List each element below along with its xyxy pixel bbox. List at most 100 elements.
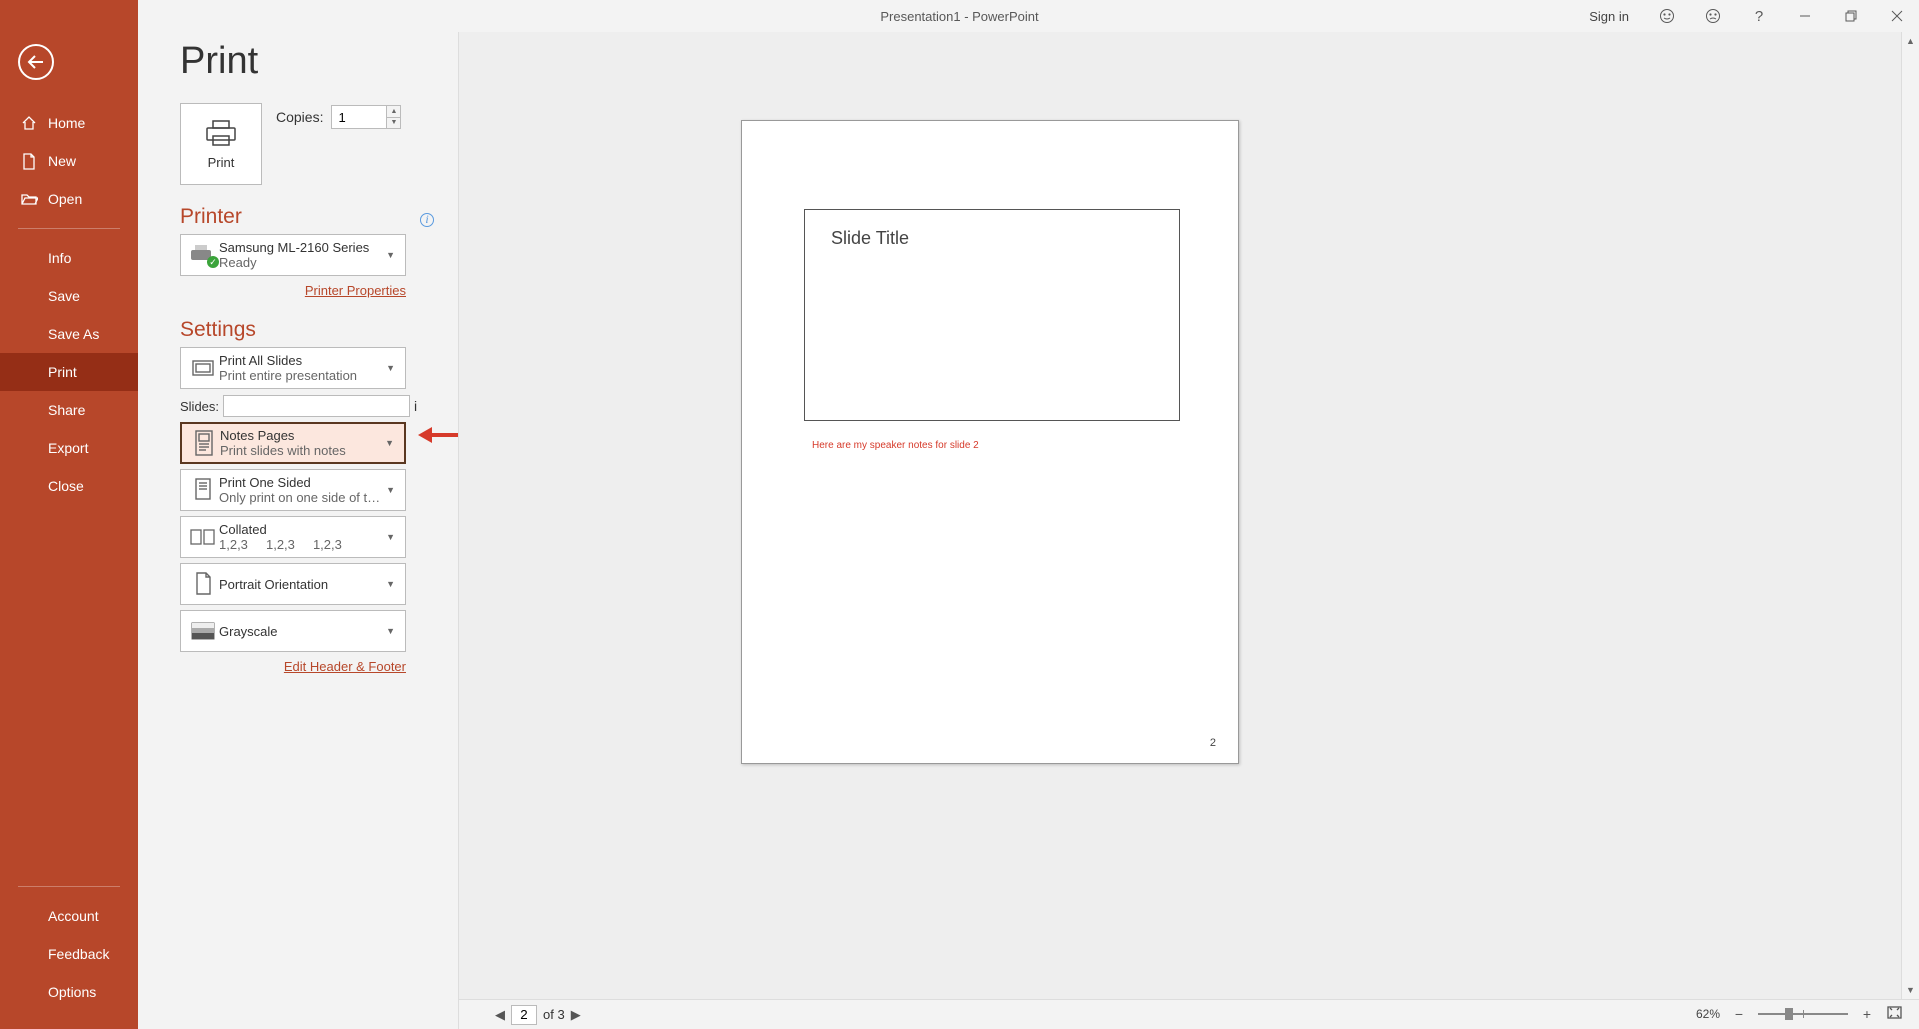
happy-face-icon[interactable] <box>1659 8 1675 24</box>
home-icon <box>20 114 38 132</box>
sidebar-item-export[interactable]: Export <box>0 429 138 467</box>
zoom-in-button[interactable]: + <box>1860 1007 1874 1021</box>
print-panel: Print Print Copies: ▲▼ Printer i ✓ Samsu… <box>138 0 458 1029</box>
preview-slide-thumbnail: Slide Title <box>804 209 1180 421</box>
chevron-down-icon: ▼ <box>382 250 399 260</box>
sidebar-item-label: Print <box>48 364 77 380</box>
minimize-button[interactable] <box>1797 8 1813 24</box>
orientation-title: Portrait Orientation <box>219 577 382 592</box>
page-title: Print <box>180 40 434 83</box>
close-button[interactable] <box>1889 8 1905 24</box>
sidebar-item-info[interactable]: Info <box>0 239 138 277</box>
collate-title: Collated <box>219 522 382 537</box>
print-preview: Slide Title Here are my speaker notes fo… <box>458 32 1919 1029</box>
sidebar-item-new[interactable]: New <box>0 142 138 180</box>
preview-page: Slide Title Here are my speaker notes fo… <box>741 120 1239 764</box>
sidebar-item-account[interactable]: Account <box>0 897 138 935</box>
next-page-button[interactable]: ▶ <box>571 1007 581 1023</box>
preview-page-number: 2 <box>1210 737 1216 749</box>
print-range-sub: Print entire presentation <box>219 368 382 383</box>
sidebar-item-label: Export <box>48 440 88 456</box>
sad-face-icon[interactable] <box>1705 8 1721 24</box>
sidebar-item-close[interactable]: Close <box>0 467 138 505</box>
page-total-label: of 3 <box>543 1007 565 1022</box>
chevron-down-icon: ▼ <box>382 485 399 495</box>
sidebar-item-label: Account <box>48 908 99 924</box>
sidebar-item-share[interactable]: Share <box>0 391 138 429</box>
slides-info-icon[interactable]: i <box>414 398 417 414</box>
back-button[interactable] <box>18 44 54 80</box>
zoom-slider[interactable] <box>1758 1013 1848 1015</box>
window-title: Presentation1 - PowerPoint <box>880 9 1038 24</box>
print-range-selector[interactable]: Print All Slides Print entire presentati… <box>180 347 406 389</box>
sidebar-item-label: New <box>48 153 76 169</box>
sidebar-item-home[interactable]: Home <box>0 104 138 142</box>
sign-in-link[interactable]: Sign in <box>1589 9 1629 24</box>
open-icon <box>20 190 38 208</box>
printer-selector[interactable]: ✓ Samsung ML-2160 Series Ready ▼ <box>180 234 406 276</box>
printer-heading: Printer <box>180 205 242 229</box>
scroll-down-icon[interactable]: ▼ <box>1902 981 1919 999</box>
printer-info-icon[interactable]: i <box>420 213 434 227</box>
color-title: Grayscale <box>219 624 382 639</box>
sidebar-item-label: Info <box>48 250 71 266</box>
chevron-down-icon: ▼ <box>382 532 399 542</box>
sidebar-item-feedback[interactable]: Feedback <box>0 935 138 973</box>
sidebar-item-save-as[interactable]: Save As <box>0 315 138 353</box>
sidebar-item-open[interactable]: Open <box>0 180 138 218</box>
sidebar-item-label: Open <box>48 191 82 207</box>
restore-button[interactable] <box>1843 8 1859 24</box>
copies-input[interactable] <box>331 105 387 129</box>
printer-properties-link[interactable]: Printer Properties <box>305 283 406 298</box>
zoom-level: 62% <box>1696 1007 1720 1021</box>
portrait-icon <box>187 572 219 596</box>
new-icon <box>20 152 38 170</box>
grayscale-icon <box>187 622 219 640</box>
collate-sub: 1,2,3 1,2,3 1,2,3 <box>219 537 382 552</box>
printer-status-icon: ✓ <box>187 244 219 266</box>
page-number-input[interactable] <box>511 1005 537 1025</box>
sidebar-item-save[interactable]: Save <box>0 277 138 315</box>
collated-icon <box>187 527 219 547</box>
settings-heading: Settings <box>180 318 434 342</box>
print-sided-sub: Only print on one side of the... <box>219 490 382 505</box>
notes-page-icon <box>188 430 220 456</box>
chevron-down-icon: ▼ <box>382 579 399 589</box>
sidebar-item-label: Save <box>48 288 80 304</box>
previous-page-button[interactable]: ◀ <box>495 1007 505 1023</box>
sidebar-item-label: Close <box>48 478 84 494</box>
print-button[interactable]: Print <box>180 103 262 185</box>
slides-label: Slides: <box>180 399 219 414</box>
print-button-label: Print <box>208 155 235 170</box>
sidebar-separator <box>18 886 120 887</box>
print-layout-sub: Print slides with notes <box>220 443 381 458</box>
print-layout-title: Notes Pages <box>220 428 381 443</box>
copies-spinner[interactable]: ▲▼ <box>387 105 401 129</box>
preview-slide-title: Slide Title <box>805 210 1179 267</box>
header-footer-link[interactable]: Edit Header & Footer <box>284 659 406 674</box>
collate-selector[interactable]: Collated 1,2,3 1,2,3 1,2,3 ▼ <box>180 516 406 558</box>
zoom-out-button[interactable]: − <box>1732 1007 1746 1021</box>
scroll-up-icon[interactable]: ▲ <box>1902 32 1919 50</box>
print-layout-selector[interactable]: Notes Pages Print slides with notes ▼ <box>180 422 406 464</box>
print-range-title: Print All Slides <box>219 353 382 368</box>
slides-input[interactable] <box>223 395 410 417</box>
sidebar-item-label: Save As <box>48 326 99 342</box>
orientation-selector[interactable]: Portrait Orientation ▼ <box>180 563 406 605</box>
preview-scrollbar[interactable]: ▲ ▼ <box>1901 32 1919 999</box>
sidebar-item-label: Share <box>48 402 85 418</box>
sidebar-item-print[interactable]: Print <box>0 353 138 391</box>
sidebar-item-label: Feedback <box>48 946 109 962</box>
zoom-to-fit-button[interactable] <box>1886 1004 1903 1024</box>
color-selector[interactable]: Grayscale ▼ <box>180 610 406 652</box>
print-sided-title: Print One Sided <box>219 475 382 490</box>
printer-status: Ready <box>219 255 382 270</box>
preview-speaker-notes: Here are my speaker notes for slide 2 <box>812 440 979 451</box>
printer-name: Samsung ML-2160 Series <box>219 240 382 255</box>
help-icon[interactable]: ? <box>1751 8 1767 24</box>
print-sided-selector[interactable]: Print One Sided Only print on one side o… <box>180 469 406 511</box>
copies-label: Copies: <box>276 109 323 125</box>
slides-icon <box>187 358 219 378</box>
sidebar-item-label: Home <box>48 115 85 131</box>
sidebar-item-options[interactable]: Options <box>0 973 138 1011</box>
